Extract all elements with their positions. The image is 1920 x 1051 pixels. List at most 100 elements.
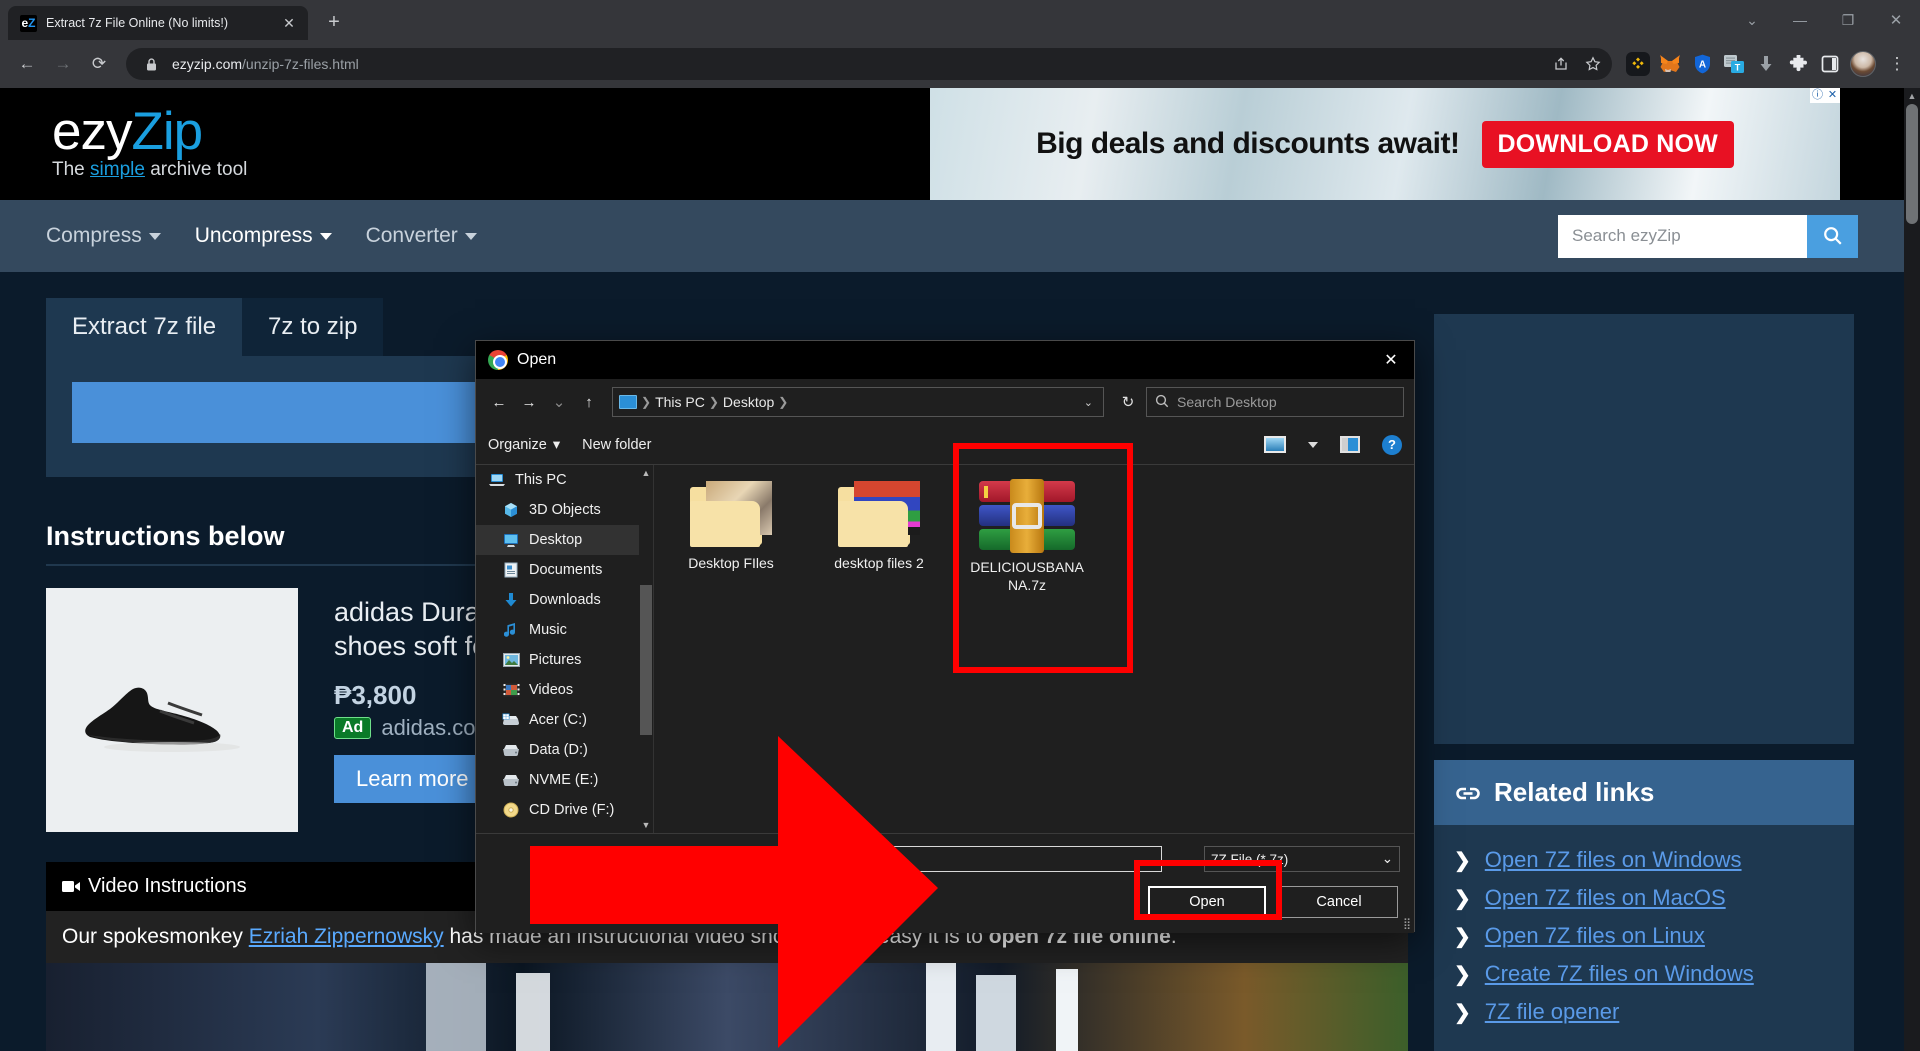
sidebar-item-videos[interactable]: Videos xyxy=(476,675,653,705)
scroll-up-arrow[interactable]: ▲ xyxy=(1904,88,1920,104)
site-tagline: The simple archive tool xyxy=(52,159,930,181)
ad-info-icon[interactable]: ⓘ xyxy=(1810,88,1825,103)
related-link-2[interactable]: Open 7Z files on Linux xyxy=(1485,923,1705,949)
close-window-button[interactable]: ✕ xyxy=(1872,11,1920,29)
video-thumbnail[interactable] xyxy=(46,963,1408,1051)
nav-item-compress[interactable]: Compress xyxy=(46,224,161,248)
organize-button[interactable]: Organize▾ xyxy=(488,437,560,453)
site-logo[interactable]: ezyZip xyxy=(52,107,930,157)
file-type-filter[interactable]: 7Z File (*.7z) ⌄ xyxy=(1204,846,1400,872)
sidebar-item-music[interactable]: Music xyxy=(476,615,653,645)
breadcrumb-this-pc[interactable]: This PC xyxy=(655,394,705,410)
related-link-1[interactable]: Open 7Z files on MacOS xyxy=(1485,885,1726,911)
dialog-back-button[interactable]: ← xyxy=(486,389,512,415)
file-item-deliciousbanana-7z[interactable]: DELICIOUSBANANA.7z xyxy=(968,481,1086,594)
sidebar-item-cd-drive-f[interactable]: CD Drive (F:) xyxy=(476,795,653,825)
chrome-menu-icon[interactable]: ⋮ xyxy=(1884,54,1910,74)
dialog-search-field[interactable]: Search Desktop xyxy=(1146,387,1404,417)
open-button[interactable]: Open xyxy=(1148,886,1266,918)
share-icon[interactable] xyxy=(1550,56,1572,72)
related-link-item[interactable]: ❯Create 7Z files on Windows xyxy=(1454,955,1834,993)
dialog-close-button[interactable]: ✕ xyxy=(1368,341,1414,379)
sidebar-item-desktop[interactable]: Desktop xyxy=(476,525,653,555)
ad-learn-more-button[interactable]: Learn more xyxy=(334,755,491,803)
sidebar-item-nvme-e[interactable]: NVME (E:) xyxy=(476,765,653,795)
breadcrumb-separator: ❯ xyxy=(778,395,788,409)
related-link-item[interactable]: ❯Open 7Z files on MacOS xyxy=(1454,879,1834,917)
sidebar-item-pictures[interactable]: Pictures xyxy=(476,645,653,675)
sidebar-scroll-up[interactable]: ▲ xyxy=(639,465,653,481)
reload-button[interactable]: ⟳ xyxy=(82,47,116,81)
dialog-recent-locations-button[interactable]: ⌄ xyxy=(546,389,572,415)
sidebar-scroll-down[interactable]: ▼ xyxy=(639,817,653,833)
breadcrumb-separator: ❯ xyxy=(709,395,719,409)
binance-icon[interactable] xyxy=(1626,52,1650,76)
related-link-item[interactable]: ❯ Open 7Z files on Linux xyxy=(1454,917,1834,955)
view-caret-icon[interactable] xyxy=(1308,442,1318,448)
related-link-0[interactable]: Open 7Z files on Windows xyxy=(1485,847,1742,873)
related-link-item[interactable]: ❯Open 7Z files on Windows xyxy=(1454,841,1834,879)
tab-search-icon[interactable]: ⌄ xyxy=(1728,12,1776,29)
breadcrumb-bar[interactable]: ❯ This PC ❯ Desktop ❯ ⌄ xyxy=(612,387,1104,417)
file-item-desktop-files[interactable]: Desktop FIles xyxy=(672,481,790,594)
back-button[interactable]: ← xyxy=(10,47,44,81)
tab-7z-to-zip[interactable]: 7z to zip xyxy=(242,298,383,356)
help-icon[interactable]: ? xyxy=(1382,435,1402,455)
download-icon[interactable] xyxy=(1754,52,1778,76)
minimize-button[interactable]: — xyxy=(1776,12,1824,28)
view-icon[interactable] xyxy=(1264,436,1286,453)
maximize-button[interactable]: ❐ xyxy=(1824,12,1872,29)
ad-download-button[interactable]: DOWNLOAD NOW xyxy=(1482,121,1734,168)
new-tab-button[interactable]: + xyxy=(320,11,348,34)
forward-button[interactable]: → xyxy=(46,47,80,81)
scroll-thumb[interactable] xyxy=(1906,104,1918,224)
bookmark-star-icon[interactable] xyxy=(1582,56,1604,72)
metamask-icon[interactable] xyxy=(1658,52,1682,76)
sidebar-item-documents[interactable]: Documents xyxy=(476,555,653,585)
translate-extension-icon[interactable]: T xyxy=(1722,52,1746,76)
nav-item-uncompress[interactable]: Uncompress xyxy=(195,224,332,248)
sidebar-item-data-d[interactable]: Data (D:) xyxy=(476,735,653,765)
tab-extract-7z[interactable]: Extract 7z file xyxy=(46,298,242,356)
cancel-button[interactable]: Cancel xyxy=(1280,886,1398,918)
resize-grip-icon[interactable]: ⣿ xyxy=(1403,917,1410,930)
search-button[interactable] xyxy=(1807,215,1858,258)
sidebar-item-3d-objects[interactable]: 3D Objects xyxy=(476,495,653,525)
related-link-3[interactable]: Create 7Z files on Windows xyxy=(1485,961,1754,987)
dialog-refresh-button[interactable]: ↻ xyxy=(1114,393,1142,411)
sidebar-item-this-pc[interactable]: This PC xyxy=(476,465,653,495)
dialog-body: This PC 3D Objects Desktop Documents xyxy=(476,465,1414,833)
sidebar-scrollbar[interactable]: ▲ ▼ xyxy=(639,465,653,833)
sidebar-item-downloads[interactable]: Downloads xyxy=(476,585,653,615)
dialog-up-button[interactable]: ↑ xyxy=(576,389,602,415)
profile-avatar[interactable] xyxy=(1850,51,1876,77)
search-icon xyxy=(1155,394,1169,411)
address-bar[interactable]: ezyzip.com/unzip-7z-files.html xyxy=(126,48,1612,80)
sidebar-label: Pictures xyxy=(529,652,581,668)
related-link-item[interactable]: ❯7Z file opener xyxy=(1454,993,1834,1031)
file-type-value: 7Z File (*.7z) xyxy=(1211,852,1288,867)
sidebar-item-acer-c[interactable]: Acer (C:) xyxy=(476,705,653,735)
close-tab-icon[interactable]: ✕ xyxy=(278,15,300,32)
new-folder-button[interactable]: New folder xyxy=(582,437,651,453)
spokesmonkey-link[interactable]: Ezriah Zippernowsky xyxy=(249,925,444,948)
page-scrollbar[interactable]: ▲ xyxy=(1904,88,1920,1051)
file-name-dropdown-icon[interactable]: ⌄ xyxy=(1172,853,1194,866)
chevron-right-icon: ❯ xyxy=(1454,924,1471,949)
shield-extension-icon[interactable]: A xyxy=(1690,52,1714,76)
leaderboard-ad[interactable]: Big deals and discounts await! DOWNLOAD … xyxy=(930,88,1840,200)
search-input[interactable] xyxy=(1558,215,1807,258)
preview-pane-icon[interactable] xyxy=(1340,436,1360,453)
puzzle-extensions-icon[interactable] xyxy=(1786,52,1810,76)
nav-item-converter[interactable]: Converter xyxy=(366,224,477,248)
breadcrumb-dropdown-icon[interactable]: ⌄ xyxy=(1084,396,1099,409)
breadcrumb-desktop[interactable]: Desktop xyxy=(723,394,774,410)
sidebar-scroll-thumb[interactable] xyxy=(640,585,652,735)
dialog-forward-button[interactable]: → xyxy=(516,389,542,415)
browser-tab[interactable]: eZ Extract 7z File Online (No limits!) ✕ xyxy=(8,6,308,40)
side-panel-icon[interactable] xyxy=(1818,52,1842,76)
file-item-desktop-files-2[interactable]: desktop files 2 xyxy=(820,481,938,594)
ad-close-icon[interactable]: ✕ xyxy=(1825,88,1840,103)
related-link-4[interactable]: 7Z file opener xyxy=(1485,999,1620,1025)
file-name-input[interactable] xyxy=(776,846,1162,872)
